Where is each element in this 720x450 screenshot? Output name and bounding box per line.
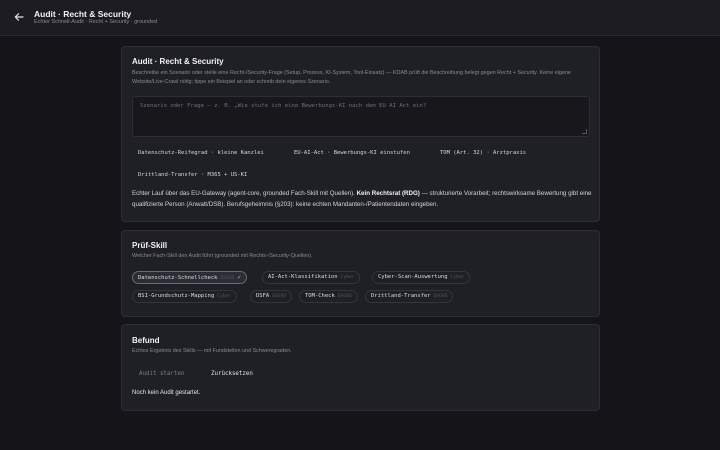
example-chip[interactable]: Drittland-Transfer · M365 + US-KI (132, 170, 253, 180)
skill-option-label: Cyber-Scan-Auswertung (378, 274, 448, 280)
top-bar: Audit · Recht & Security Echter Schnell-… (0, 0, 720, 36)
example-chip[interactable]: Datenschutz-Reifegrad · kleine Kanzlei (132, 148, 270, 158)
result-description: Echtes Ergebnis des Skills — mit Fundste… (132, 348, 292, 354)
page-title: Audit · Recht & Security (34, 9, 132, 19)
skill-option-label: Drittland-Transfer (371, 293, 431, 299)
skill-option-tag: DSGVO (272, 294, 287, 299)
scenario-input-placeholder: Szenario oder Frage – z. B. „Wie stufe i… (140, 103, 427, 109)
start-audit-button[interactable]: Audit starten (133, 369, 190, 379)
skill-card: Prüf-Skill Welcher Fach-Skill den Audit … (121, 230, 600, 317)
skill-option-drittland-transfer[interactable]: Drittland-Transfer DSGVO (365, 290, 454, 303)
skill-option-label: Datenschutz-Schnellcheck (138, 275, 218, 281)
skill-option-tag: DSGVO (433, 294, 448, 299)
skill-heading: Prüf-Skill (132, 241, 168, 250)
legal-notice-emphasis: Kein Rechtsrat (RDG) (356, 190, 420, 197)
reset-button[interactable]: Zurücksetzen (205, 369, 259, 379)
skill-option-tag: Cyber (217, 294, 232, 299)
check-icon: ✓ (237, 274, 241, 281)
result-heading: Befund (132, 336, 160, 345)
skill-option-dsfa[interactable]: DSFA DSGVO (250, 290, 293, 303)
page-subtitle: Echter Schnell-Audit · Recht + Security … (34, 19, 158, 25)
skill-option-tom-check[interactable]: TOM-Check DSGVO (299, 290, 358, 303)
skill-option-label: BSI-Grundschutz-Mapping (138, 293, 215, 299)
skill-option-tag: Cyber (450, 275, 465, 280)
scenario-description: Beschreibe ein Szenario oder stelle eine… (132, 70, 571, 85)
skill-option-tag: DSGVO (220, 276, 235, 281)
skill-description: Welcher Fach-Skill den Audit führt (grou… (132, 253, 313, 259)
skill-option-tag: DSGVO (337, 294, 352, 299)
skill-option-label: AI-Act-Klassifikation (268, 274, 338, 280)
skill-option-ai-act-klassifikation[interactable]: AI-Act-Klassifikation Cyber (262, 271, 361, 284)
legal-notice: Echter Lauf über das EU-Gateway (agent-c… (132, 188, 592, 210)
skill-option-datenschutz-schnellcheck[interactable]: Datenschutz-Schnellcheck DSGVO ✓ (132, 271, 247, 284)
skill-option-label: TOM-Check (305, 293, 335, 299)
skill-option-cyber-scan-auswertung[interactable]: Cyber-Scan-Auswertung Cyber (372, 271, 471, 284)
example-chip[interactable]: EU-AI-Act · Bewerbungs-KI einstufen (288, 148, 416, 158)
skill-option-tag: Cyber (340, 275, 355, 280)
scenario-heading: Audit · Recht & Security (132, 57, 224, 66)
scenario-input[interactable]: Szenario oder Frage – z. B. „Wie stufe i… (132, 96, 590, 137)
legal-notice-text: Echter Lauf über das EU-Gateway (agent-c… (132, 190, 355, 197)
scenario-card: Audit · Recht & Security Beschreibe ein … (121, 46, 600, 222)
result-card: Befund Echtes Ergebnis des Skills — mit … (121, 324, 600, 411)
resize-grip-icon[interactable] (582, 129, 587, 134)
skill-option-label: DSFA (256, 293, 270, 299)
arrow-left-icon[interactable] (13, 11, 25, 23)
skill-option-bsi-grundschutz-mapping[interactable]: BSI-Grundschutz-Mapping Cyber (132, 290, 238, 303)
audit-status: Noch kein Audit gestartet. (132, 390, 201, 396)
example-chip[interactable]: TOM (Art. 32) · Arztpraxis (434, 148, 532, 158)
